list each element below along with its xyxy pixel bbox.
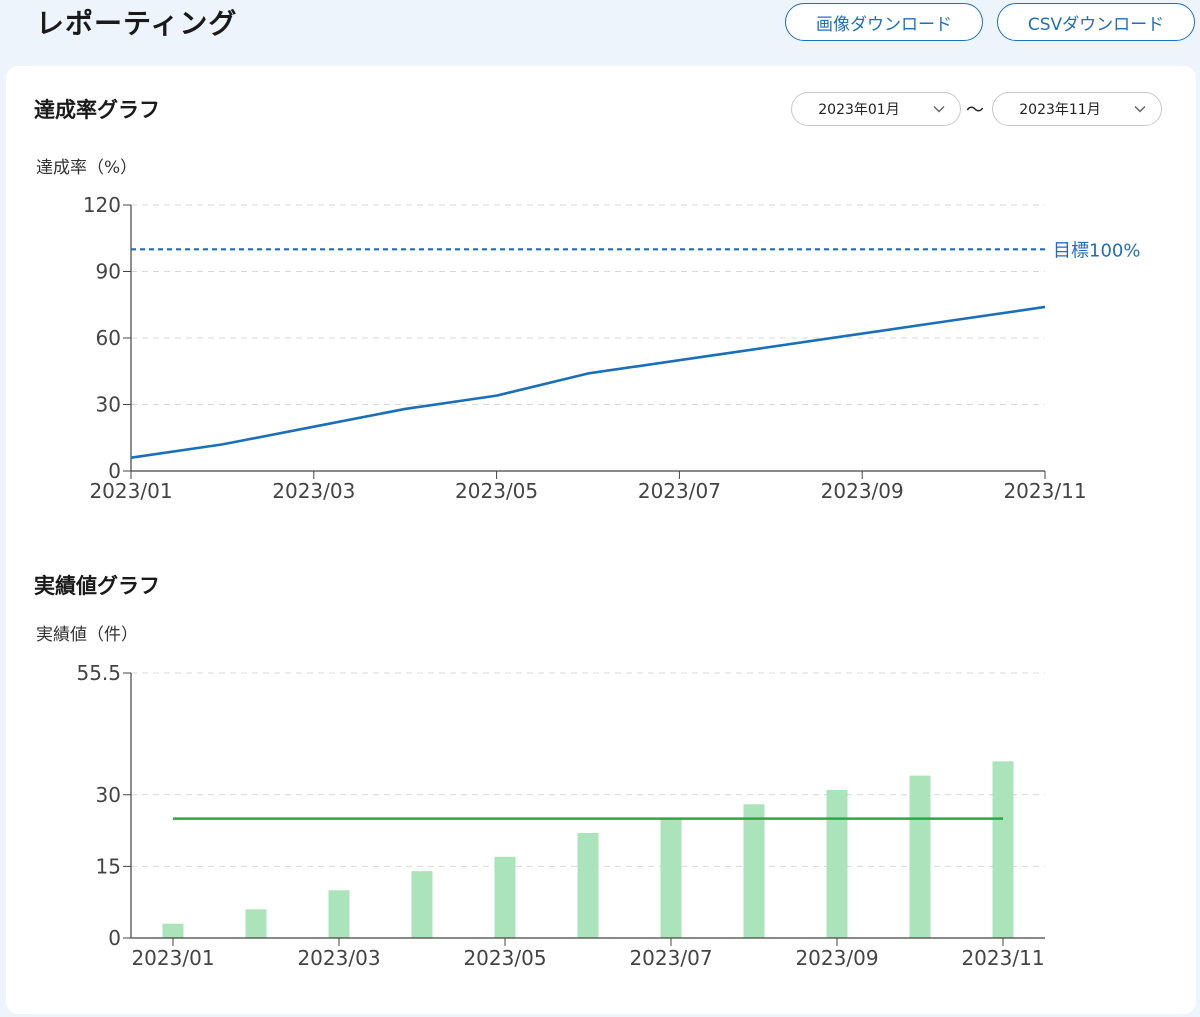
bar [328, 890, 350, 938]
bar [909, 775, 931, 938]
bar [494, 856, 516, 938]
y-tick-label: 0 [108, 926, 121, 950]
bar [743, 804, 765, 938]
x-tick-label: 2023/07 [629, 946, 712, 970]
y-tick-label: 30 [96, 783, 121, 807]
bar [660, 818, 682, 938]
x-tick-label: 2023/05 [463, 946, 546, 970]
x-tick-label: 2023/03 [297, 946, 380, 970]
x-tick-label: 2023/09 [795, 946, 878, 970]
results-bar-chart: 0 15 30 55.5 2023/01 2023/03 2023/05 2023/07 202… [76, 661, 1045, 970]
bar [826, 789, 848, 938]
bar [577, 832, 599, 938]
y-tick-label: 55.5 [76, 661, 121, 685]
x-tick-label: 2023/01 [131, 946, 214, 970]
bar [162, 923, 184, 938]
bar [245, 909, 267, 938]
x-tick-label: 2023/11 [961, 946, 1044, 970]
y-tick-label: 15 [96, 854, 121, 878]
bar [992, 761, 1014, 938]
bar [411, 871, 433, 938]
